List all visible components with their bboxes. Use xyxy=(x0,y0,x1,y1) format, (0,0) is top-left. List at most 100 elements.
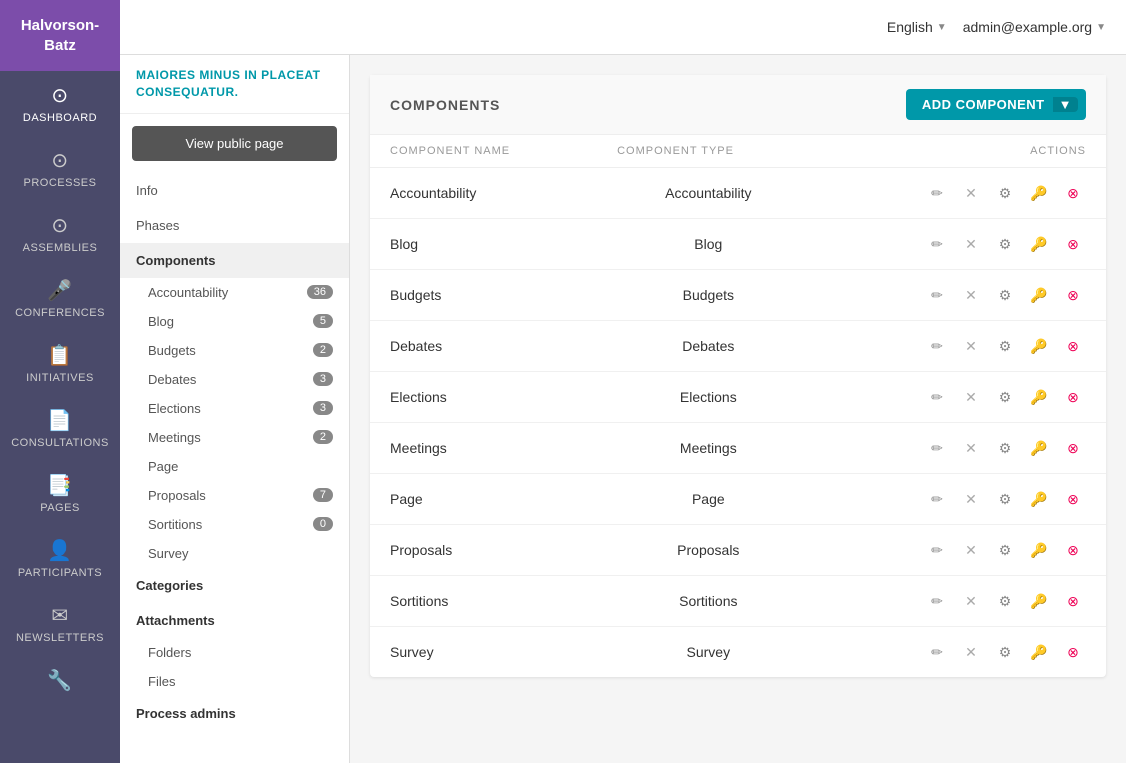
component-actions-cell: ✏ ✕ ⚙ 🔑 ⊗ xyxy=(820,627,1106,678)
sidebar-item-initiatives[interactable]: 📋 INITIATIVES xyxy=(0,331,120,396)
language-dropdown-arrow: ▼ xyxy=(937,22,947,33)
app-logo[interactable]: Halvorson-Batz xyxy=(0,0,120,71)
remove-icon[interactable]: ✕ xyxy=(958,588,984,614)
delete-icon[interactable]: ⊗ xyxy=(1060,486,1086,512)
delete-icon[interactable]: ⊗ xyxy=(1060,282,1086,308)
sidebar-item-processes[interactable]: ⊙ PROCESSES xyxy=(0,136,120,201)
add-component-button[interactable]: ADD COMPONENT ▼ xyxy=(906,89,1086,120)
edit-icon[interactable]: ✏ xyxy=(924,231,950,257)
component-actions-cell: ✏ ✕ ⚙ 🔑 ⊗ xyxy=(820,372,1106,423)
nav-sub-proposals[interactable]: Proposals 7 xyxy=(120,481,349,510)
settings-icon[interactable]: ⚙ xyxy=(992,384,1018,410)
nav-section-categories[interactable]: Categories xyxy=(120,568,349,603)
settings-icon[interactable]: ⚙ xyxy=(992,231,1018,257)
component-name-cell: Page xyxy=(370,474,597,525)
remove-icon[interactable]: ✕ xyxy=(958,231,984,257)
remove-icon[interactable]: ✕ xyxy=(958,384,984,410)
component-type-cell: Accountability xyxy=(597,168,819,219)
participants-icon: 👤 xyxy=(47,538,72,563)
key-icon[interactable]: 🔑 xyxy=(1026,588,1052,614)
key-icon[interactable]: 🔑 xyxy=(1026,333,1052,359)
user-menu[interactable]: admin@example.org ▼ xyxy=(963,19,1106,35)
sidebar-item-label: PROCESSES xyxy=(24,177,97,189)
delete-icon[interactable]: ⊗ xyxy=(1060,588,1086,614)
key-icon[interactable]: 🔑 xyxy=(1026,231,1052,257)
nav-sub-elections[interactable]: Elections 3 xyxy=(120,394,349,423)
delete-icon[interactable]: ⊗ xyxy=(1060,180,1086,206)
remove-icon[interactable]: ✕ xyxy=(958,333,984,359)
edit-icon[interactable]: ✏ xyxy=(924,537,950,563)
view-public-button[interactable]: View public page xyxy=(132,126,337,161)
key-icon[interactable]: 🔑 xyxy=(1026,435,1052,461)
key-icon[interactable]: 🔑 xyxy=(1026,639,1052,665)
sidebar-item-dashboard[interactable]: ⊙ DASHBOARD xyxy=(0,71,120,136)
key-icon[interactable]: 🔑 xyxy=(1026,537,1052,563)
table-row: PagePage✏✕⚙🔑⊗ xyxy=(370,474,1106,525)
remove-icon[interactable]: ✕ xyxy=(958,537,984,563)
component-name-cell: Accountability xyxy=(370,168,597,219)
nav-components[interactable]: Components xyxy=(120,243,349,278)
edit-icon[interactable]: ✏ xyxy=(924,435,950,461)
add-component-dropdown-arrow[interactable]: ▼ xyxy=(1053,97,1078,112)
edit-icon[interactable]: ✏ xyxy=(924,180,950,206)
language-selector[interactable]: English ▼ xyxy=(887,19,947,35)
delete-icon[interactable]: ⊗ xyxy=(1060,231,1086,257)
key-icon[interactable]: 🔑 xyxy=(1026,384,1052,410)
remove-icon[interactable]: ✕ xyxy=(958,639,984,665)
nav-sub-budgets[interactable]: Budgets 2 xyxy=(120,336,349,365)
settings-icon[interactable]: ⚙ xyxy=(992,588,1018,614)
sidebar-item-pages[interactable]: 📑 PAGES xyxy=(0,461,120,526)
edit-icon[interactable]: ✏ xyxy=(924,486,950,512)
key-icon[interactable]: 🔑 xyxy=(1026,282,1052,308)
nav-sub-debates[interactable]: Debates 3 xyxy=(120,365,349,394)
sidebar-item-label: ASSEMBLIES xyxy=(23,242,98,254)
settings-icon[interactable]: ⚙ xyxy=(992,537,1018,563)
nav-sub-accountability[interactable]: Accountability 36 xyxy=(120,278,349,307)
component-type-cell: Elections xyxy=(597,372,819,423)
sidebar-item-conferences[interactable]: 🎤 CONFERENCES xyxy=(0,266,120,331)
nav-sub-page[interactable]: Page xyxy=(120,452,349,481)
sidebar-item-newsletters[interactable]: ✉ NEWSLETTERS xyxy=(0,591,120,656)
delete-icon[interactable]: ⊗ xyxy=(1060,384,1086,410)
edit-icon[interactable]: ✏ xyxy=(924,384,950,410)
settings-icon: 🔧 xyxy=(47,668,72,693)
delete-icon[interactable]: ⊗ xyxy=(1060,639,1086,665)
sidebar-item-consultations[interactable]: 📄 CONSULTATIONS xyxy=(0,396,120,461)
edit-icon[interactable]: ✏ xyxy=(924,333,950,359)
nav-folders[interactable]: Folders xyxy=(120,638,349,667)
component-type-cell: Blog xyxy=(597,219,819,270)
sidebar-item-settings[interactable]: 🔧 xyxy=(0,656,120,705)
delete-icon[interactable]: ⊗ xyxy=(1060,435,1086,461)
nav-sub-blog[interactable]: Blog 5 xyxy=(120,307,349,336)
delete-icon[interactable]: ⊗ xyxy=(1060,537,1086,563)
edit-icon[interactable]: ✏ xyxy=(924,588,950,614)
edit-icon[interactable]: ✏ xyxy=(924,639,950,665)
nav-sub-sortitions[interactable]: Sortitions 0 xyxy=(120,510,349,539)
language-label: English xyxy=(887,19,933,35)
settings-icon[interactable]: ⚙ xyxy=(992,435,1018,461)
settings-icon[interactable]: ⚙ xyxy=(992,282,1018,308)
remove-icon[interactable]: ✕ xyxy=(958,282,984,308)
main-sidebar: Halvorson-Batz ⊙ DASHBOARD ⊙ PROCESSES ⊙… xyxy=(0,0,120,763)
nav-phases[interactable]: Phases xyxy=(120,208,349,243)
settings-icon[interactable]: ⚙ xyxy=(992,180,1018,206)
settings-icon[interactable]: ⚙ xyxy=(992,333,1018,359)
key-icon[interactable]: 🔑 xyxy=(1026,180,1052,206)
settings-icon[interactable]: ⚙ xyxy=(992,639,1018,665)
key-icon[interactable]: 🔑 xyxy=(1026,486,1052,512)
delete-icon[interactable]: ⊗ xyxy=(1060,333,1086,359)
remove-icon[interactable]: ✕ xyxy=(958,435,984,461)
nav-sub-meetings[interactable]: Meetings 2 xyxy=(120,423,349,452)
edit-icon[interactable]: ✏ xyxy=(924,282,950,308)
remove-icon[interactable]: ✕ xyxy=(958,180,984,206)
nav-section-attachments[interactable]: Attachments xyxy=(120,603,349,638)
sidebar-item-assemblies[interactable]: ⊙ ASSEMBLIES xyxy=(0,201,120,266)
sidebar-item-participants[interactable]: 👤 PARTICIPANTS xyxy=(0,526,120,591)
nav-sub-survey[interactable]: Survey xyxy=(120,539,349,568)
nav-files[interactable]: Files xyxy=(120,667,349,696)
component-name-cell: Sortitions xyxy=(370,576,597,627)
settings-icon[interactable]: ⚙ xyxy=(992,486,1018,512)
nav-section-process-admins[interactable]: Process admins xyxy=(120,696,349,731)
remove-icon[interactable]: ✕ xyxy=(958,486,984,512)
nav-info[interactable]: Info xyxy=(120,173,349,208)
